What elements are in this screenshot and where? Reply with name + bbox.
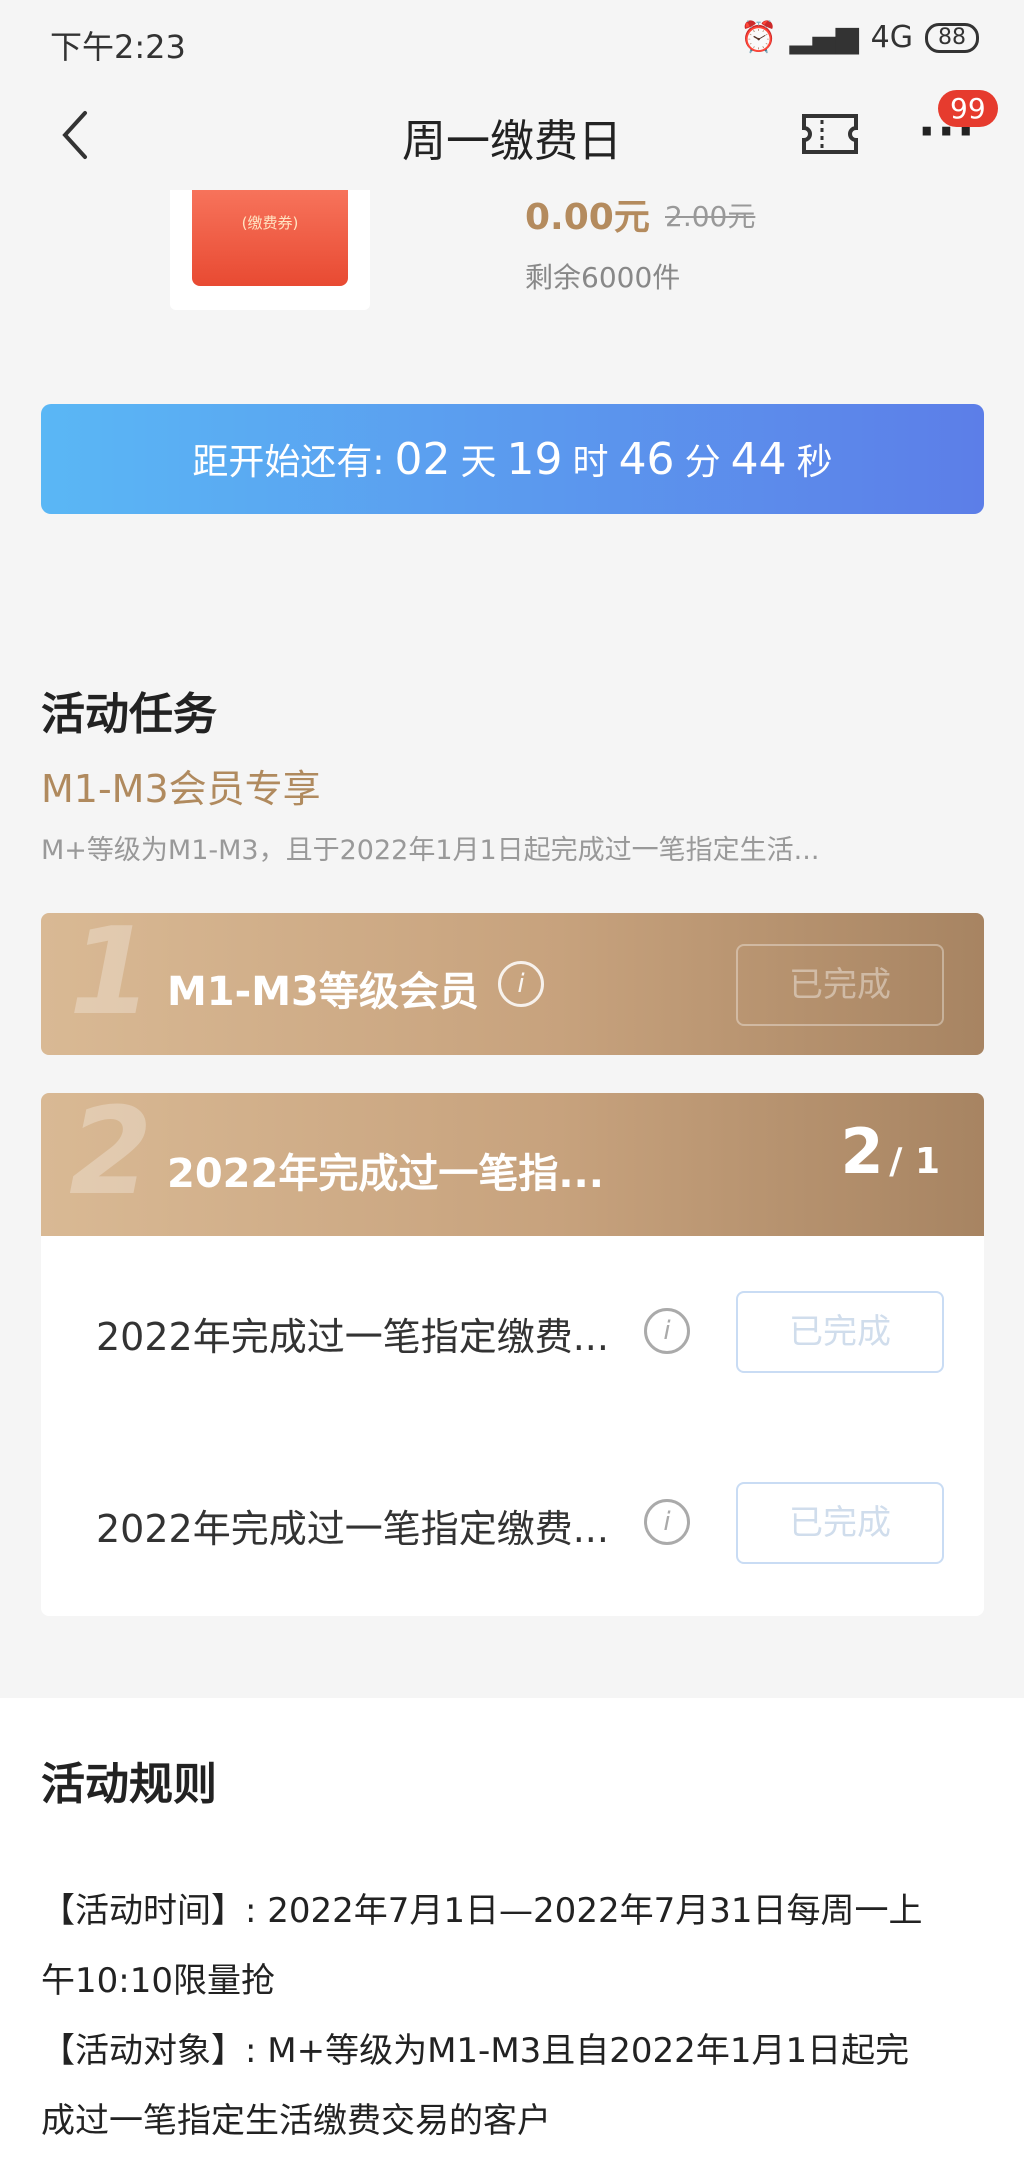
- voucher-label: (缴费券): [241, 214, 299, 232]
- task-2-progress: 2 / 1: [841, 1115, 940, 1188]
- subtask-1-status-button[interactable]: 已完成: [736, 1291, 944, 1373]
- tasks-title: 活动任务: [41, 689, 217, 740]
- task-2-progress-total: / 1: [889, 1141, 940, 1182]
- page-title: 周一缴费日: [402, 116, 622, 167]
- countdown-minutes-unit: 分: [684, 442, 721, 483]
- task-1-number: 1: [69, 913, 153, 1042]
- signal-icon: ▂▄▆: [789, 20, 859, 55]
- info-icon[interactable]: i: [644, 1499, 690, 1545]
- product-image: (缴费券): [170, 190, 370, 310]
- subtask-2-label: 2022年完成过一笔指定缴费...: [96, 1507, 609, 1551]
- countdown-hours-unit: 时: [572, 442, 609, 483]
- task-2-card: 2 2022年完成过一笔指... 2 / 1: [41, 1093, 984, 1236]
- current-price: 0.00元: [525, 197, 650, 238]
- ticket-icon[interactable]: [800, 112, 860, 156]
- countdown-seconds-unit: 秒: [796, 442, 833, 483]
- task-2-label: 2022年完成过一笔指...: [167, 1151, 604, 1197]
- rules-title: 活动规则: [41, 1759, 217, 1810]
- rule-target-line2: 成过一笔指定生活缴费交易的客户: [41, 2101, 551, 2141]
- countdown-banner: 距开始还有: 02 天 19 时 46 分 44 秒: [41, 404, 984, 514]
- tasks-subtitle: M1-M3会员专享: [41, 767, 321, 811]
- info-icon[interactable]: i: [644, 1308, 690, 1354]
- stock-remaining: 剩余6000件: [525, 261, 681, 294]
- countdown-days: 02: [394, 433, 451, 485]
- countdown-seconds: 44: [730, 433, 787, 485]
- task-2-number: 2: [69, 1093, 153, 1222]
- subtask-2-status-button[interactable]: 已完成: [736, 1482, 944, 1564]
- rule-time-line2: 午10:10限量抢: [41, 1961, 275, 2001]
- battery-icon: 88: [925, 22, 979, 53]
- subtask-1-label: 2022年完成过一笔指定缴费...: [96, 1315, 609, 1359]
- task-1-status-button[interactable]: 已完成: [736, 944, 944, 1026]
- countdown-prefix: 距开始还有:: [192, 442, 385, 483]
- status-icons: ⏰ ▂▄▆ 4G 88: [740, 20, 979, 55]
- status-time: 下午2:23: [50, 28, 186, 66]
- voucher-image: (缴费券): [192, 190, 348, 286]
- original-price: 2.00元: [665, 200, 756, 233]
- rules-section: 活动规则 【活动时间】: 2022年7月1日—2022年7月31日每周一上 午1…: [0, 1698, 1024, 2162]
- task-2-subtasks: 2022年完成过一笔指定缴费... i 已完成 2022年完成过一笔指定缴费..…: [41, 1236, 984, 1616]
- rule-target-line1: 【活动对象】: M+等级为M1-M3且自2022年1月1日起完: [41, 2031, 910, 2071]
- task-1-label: M1-M3等级会员: [167, 969, 479, 1015]
- countdown-hours: 19: [506, 433, 563, 485]
- notification-badge: 99: [938, 90, 998, 127]
- alarm-icon: ⏰: [740, 20, 778, 55]
- tasks-description[interactable]: M+等级为M1-M3，且于2022年1月1日起完成过一笔指定生活...: [41, 828, 941, 867]
- task-2-progress-done: 2: [840, 1115, 884, 1188]
- task-1-card: 1 M1-M3等级会员 i 已完成: [41, 913, 984, 1055]
- network-label: 4G: [870, 20, 913, 55]
- rule-time-line1: 【活动时间】: 2022年7月1日—2022年7月31日每周一上: [41, 1891, 923, 1931]
- countdown-days-unit: 天: [460, 442, 497, 483]
- info-icon[interactable]: i: [498, 961, 544, 1007]
- countdown-minutes: 46: [618, 433, 675, 485]
